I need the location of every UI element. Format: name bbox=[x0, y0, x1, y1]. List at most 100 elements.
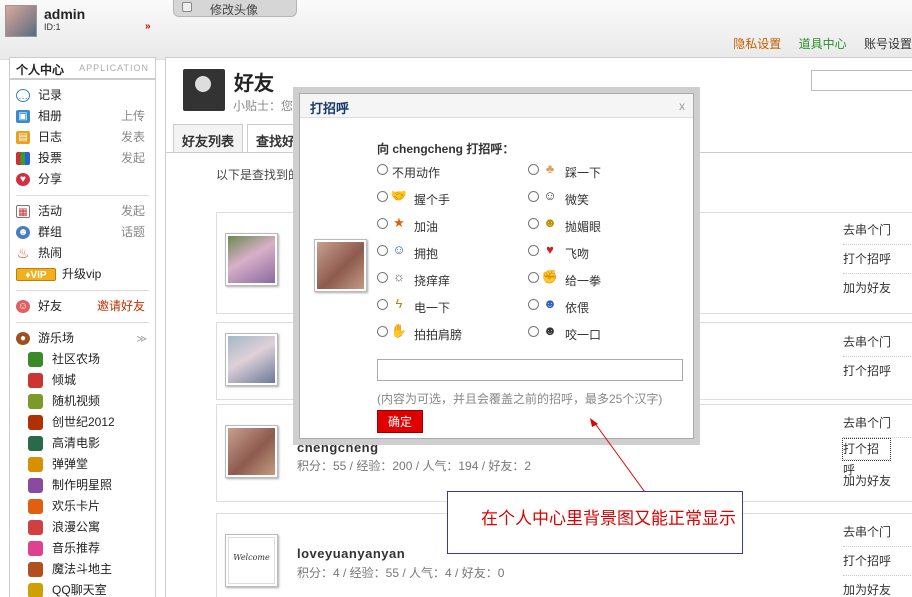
account-settings-link[interactable]: 账号设置 bbox=[864, 37, 912, 51]
radio-button[interactable] bbox=[528, 245, 539, 257]
greet-link[interactable]: 打个招呼 bbox=[843, 357, 912, 386]
action-option[interactable]: ☼ 挠痒痒 bbox=[377, 269, 450, 290]
greet-link[interactable]: 打个招呼 bbox=[843, 547, 912, 576]
radio-button[interactable] bbox=[528, 299, 539, 311]
game-item[interactable]: 创世纪2012 bbox=[10, 412, 155, 433]
collapse-icon[interactable]: ≫ bbox=[137, 329, 147, 350]
user-avatar[interactable] bbox=[5, 5, 37, 37]
game-item[interactable]: 欢乐卡片 bbox=[10, 496, 155, 517]
greet-note: (内容为可选，并且会覆盖之前的招呼，最多25个汉字) bbox=[377, 392, 663, 406]
game-label: 创世纪2012 bbox=[52, 415, 115, 429]
friends-page-icon bbox=[183, 69, 225, 111]
radio-button[interactable] bbox=[377, 245, 388, 257]
friend-photo[interactable] bbox=[225, 233, 278, 286]
action-label: 咬一口 bbox=[565, 328, 602, 342]
sidebar-item-vip[interactable]: ♦VIP 升级vip bbox=[10, 264, 155, 285]
radio-button[interactable] bbox=[377, 191, 388, 203]
friend-name[interactable]: loveyuanyanyan bbox=[297, 546, 405, 561]
game-item[interactable]: 浪漫公寓 bbox=[10, 517, 155, 538]
sidebar-item-label: 游乐场 bbox=[38, 331, 75, 345]
game-item[interactable]: 音乐推荐 bbox=[10, 538, 155, 559]
action-option[interactable]: ☻ 咬一口 bbox=[528, 323, 602, 344]
action-option[interactable]: ✋ 拍拍肩膀 bbox=[377, 323, 462, 344]
friend-photo[interactable] bbox=[225, 333, 278, 386]
invite-friend-link[interactable]: 邀请好友 bbox=[97, 296, 145, 317]
sidebar-item-share[interactable]: ♥ 分享 bbox=[10, 169, 155, 190]
sidebar-item-album[interactable]: ▣ 相册 上传 bbox=[10, 106, 155, 127]
game-item[interactable]: 弹弹堂 bbox=[10, 454, 155, 475]
game-label: 随机视频 bbox=[52, 394, 101, 408]
game-item[interactable]: 制作明星照 bbox=[10, 475, 155, 496]
radio-button[interactable] bbox=[377, 218, 388, 230]
radio-button[interactable] bbox=[528, 164, 539, 176]
sidebar-item-event[interactable]: ▦ 活动 发起 bbox=[10, 201, 155, 222]
sidebar-item-friends[interactable]: ☺ 好友 邀请好友 bbox=[10, 296, 155, 317]
privacy-settings-link[interactable]: 隐私设置 bbox=[733, 37, 781, 51]
topic-link[interactable]: 话题 bbox=[121, 222, 145, 243]
visit-link[interactable]: 去串个门 bbox=[843, 216, 912, 245]
action-option[interactable]: ★ 加油 bbox=[377, 215, 438, 236]
visit-link[interactable]: 去串个门 bbox=[843, 328, 912, 357]
edit-avatar-tab[interactable]: 修改头像 bbox=[173, 0, 297, 17]
close-icon[interactable]: x bbox=[679, 99, 685, 113]
sidebar-item-label: 热闹 bbox=[38, 246, 63, 260]
sidebar-item-hot[interactable]: ♨ 热闹 bbox=[10, 243, 155, 264]
greet-link[interactable]: 打个招呼 bbox=[843, 245, 912, 274]
game-item[interactable]: QQ聊天室 bbox=[10, 580, 155, 597]
action-option[interactable]: 不用动作 bbox=[377, 164, 440, 182]
action-option[interactable]: 🤝 握个手 bbox=[377, 188, 450, 209]
game-label: 倾城 bbox=[52, 373, 77, 387]
action-option[interactable]: ♣ 踩一下 bbox=[528, 161, 601, 182]
start-poll-link[interactable]: 发起 bbox=[121, 148, 145, 169]
publish-blog-link[interactable]: 发表 bbox=[121, 127, 145, 148]
start-event-link[interactable]: 发起 bbox=[121, 201, 145, 222]
action-option[interactable]: ϟ 电一下 bbox=[377, 295, 450, 317]
radio-button[interactable] bbox=[377, 164, 388, 176]
sidebar-item-playground[interactable]: ● 游乐场 ≫ bbox=[10, 328, 155, 349]
radio-button[interactable] bbox=[377, 272, 388, 284]
visit-link[interactable]: 去串个门 bbox=[843, 518, 912, 547]
game-item[interactable]: 魔法斗地主 bbox=[10, 559, 155, 580]
friend-photo[interactable] bbox=[225, 425, 278, 478]
username[interactable]: admin bbox=[44, 6, 85, 22]
sidebar-item-blog[interactable]: ▤ 日志 发表 bbox=[10, 127, 155, 148]
action-option[interactable]: ☻ 抛媚眼 bbox=[528, 215, 601, 236]
sidebar-item-label: 分享 bbox=[38, 172, 63, 186]
visit-link[interactable]: 去串个门 bbox=[843, 409, 912, 438]
action-option[interactable]: ♥ 飞吻 bbox=[528, 242, 589, 263]
action-option[interactable]: ☺ 拥抱 bbox=[377, 242, 438, 263]
radio-button[interactable] bbox=[377, 299, 388, 311]
add-friend-link[interactable]: 加为好友 bbox=[843, 576, 912, 597]
radio-button[interactable] bbox=[377, 326, 388, 338]
sidebar-item-poll[interactable]: 投票 发起 bbox=[10, 148, 155, 169]
prop-center-link[interactable]: 道具中心 bbox=[799, 37, 847, 51]
radio-button[interactable] bbox=[528, 326, 539, 338]
sidebar-item-record[interactable]: … 记录 bbox=[10, 85, 155, 106]
expand-arrows-icon[interactable]: » bbox=[145, 21, 150, 32]
game-item[interactable]: 倾城 bbox=[10, 370, 155, 391]
game-item[interactable]: 社区农场 bbox=[10, 349, 155, 370]
sidebar-title: 个人中心 bbox=[16, 63, 65, 77]
radio-button[interactable] bbox=[528, 191, 539, 203]
game-item[interactable]: 高清电影 bbox=[10, 433, 155, 454]
greet-link[interactable]: 打个招呼 bbox=[842, 438, 891, 477]
lightning-icon: ϟ bbox=[395, 295, 403, 311]
sidebar-item-label: 日志 bbox=[38, 130, 63, 144]
radio-button[interactable] bbox=[528, 272, 539, 284]
search-input[interactable] bbox=[811, 70, 912, 91]
action-option[interactable]: ☺ 微笑 bbox=[528, 188, 589, 209]
greet-message-input[interactable] bbox=[377, 359, 683, 381]
action-label: 给一拳 bbox=[565, 274, 602, 288]
friend-photo[interactable]: Welcome bbox=[225, 534, 278, 587]
add-friend-link[interactable]: 加为好友 bbox=[843, 274, 912, 303]
add-friend-link[interactable]: 加为好友 bbox=[843, 467, 912, 496]
sidebar-item-group[interactable]: ☻ 群组 话题 bbox=[10, 222, 155, 243]
action-option[interactable]: ☻ 依偎 bbox=[528, 296, 589, 317]
upload-link[interactable]: 上传 bbox=[121, 106, 145, 127]
game-item[interactable]: 随机视频 bbox=[10, 391, 155, 412]
sidebar-subtitle: APPLICATION bbox=[79, 63, 149, 73]
tab-friend-list[interactable]: 好友列表 bbox=[173, 124, 244, 153]
action-option[interactable]: ✊ 给一拳 bbox=[528, 269, 602, 290]
confirm-button[interactable]: 确定 bbox=[377, 410, 423, 433]
radio-button[interactable] bbox=[528, 218, 539, 230]
